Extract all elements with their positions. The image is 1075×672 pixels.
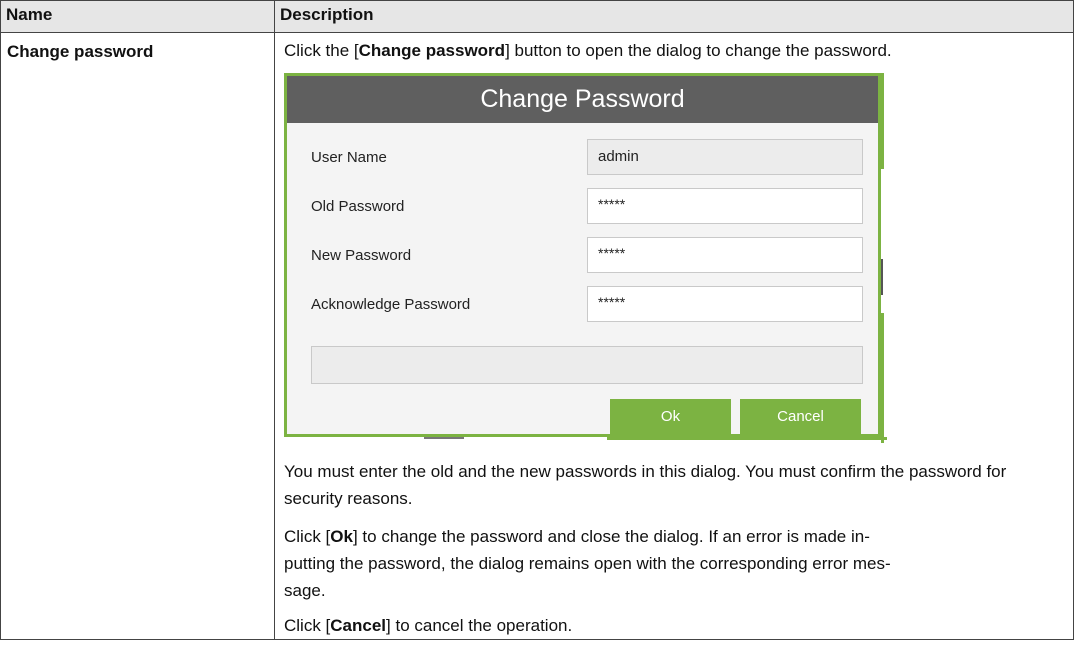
cancel-button-name: Cancel	[330, 616, 387, 635]
intro-text-after: ] button to open the dialog to change th…	[505, 41, 892, 60]
column-header-description: Description	[274, 0, 1074, 33]
background-edge	[881, 313, 884, 443]
acknowledge-password-label: Acknowledge Password	[311, 296, 471, 313]
ok-text-line1: ] to change the password and close the d…	[352, 527, 870, 546]
intro-button-name: Change password	[358, 41, 506, 60]
user-name-field: admin	[587, 139, 863, 175]
new-password-field[interactable]: *****	[587, 237, 863, 273]
background-edge	[607, 437, 887, 440]
ok-text-line3: sage.	[284, 581, 326, 600]
cancel-text-after: ] to cancel the operation.	[386, 616, 573, 635]
acknowledge-password-field[interactable]: *****	[587, 286, 863, 322]
row-description: Click the [Change password] button to op…	[274, 32, 1074, 640]
background-edge	[881, 73, 884, 169]
confirm-paragraph: You must enter the old and the new passw…	[284, 462, 1007, 508]
old-password-field[interactable]: *****	[587, 188, 863, 224]
ok-text-line2: putting the password, the dialog remains…	[284, 554, 891, 573]
user-name-label: User Name	[311, 149, 387, 166]
intro-text-before: Click the [	[284, 41, 359, 60]
cancel-text-before: Click [	[284, 616, 331, 635]
old-password-label: Old Password	[311, 198, 405, 215]
new-password-row: New Password *****	[311, 237, 863, 273]
background-edge	[424, 437, 464, 439]
old-password-row: Old Password *****	[311, 188, 863, 224]
dialog-screenshot: Change Password User Name admin Old Pass…	[284, 73, 887, 446]
cancel-paragraph: Click [Cancel] to cancel the operation.	[284, 612, 1065, 639]
ok-button[interactable]: Ok	[610, 399, 731, 436]
column-header-name: Name	[0, 0, 275, 33]
change-password-dialog: Change Password User Name admin Old Pass…	[284, 73, 881, 437]
ok-text-before: Click [	[284, 527, 331, 546]
row-name: Change password	[0, 32, 275, 640]
user-name-row: User Name admin	[311, 139, 863, 175]
description-table: Name Description Change password Click t…	[0, 0, 1074, 640]
table-row: Change password Click the [Change passwo…	[0, 32, 1074, 640]
error-message-box	[311, 346, 863, 384]
ok-paragraph: Click [Ok] to change the password and cl…	[284, 523, 1065, 604]
cancel-button[interactable]: Cancel	[740, 399, 861, 436]
table-header-row: Name Description	[0, 0, 1074, 33]
new-password-label: New Password	[311, 247, 412, 264]
intro-paragraph: Click the [Change password] button to op…	[284, 37, 1065, 64]
ok-button-name: Ok	[330, 527, 353, 546]
background-edge	[881, 259, 883, 295]
dialog-title: Change Password	[287, 76, 878, 123]
acknowledge-password-row: Acknowledge Password *****	[311, 286, 863, 322]
